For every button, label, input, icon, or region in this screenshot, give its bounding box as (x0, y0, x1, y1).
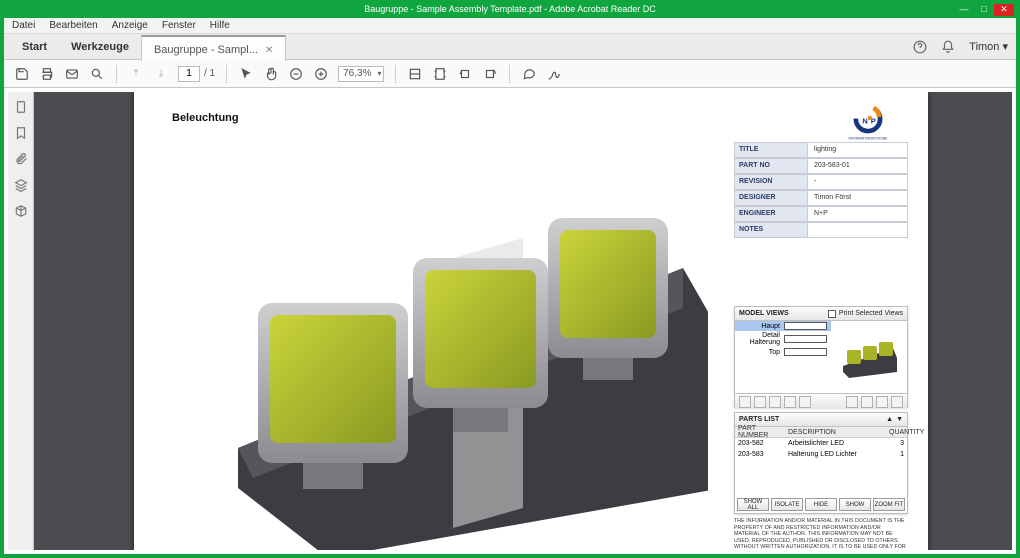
rot-ccw-icon[interactable] (457, 66, 473, 82)
user-menu[interactable]: Timon ▾ (969, 40, 1008, 53)
tab-start[interactable]: Start (10, 34, 59, 60)
parts-list-table: PART NUMBER DESCRIPTION QUANTITY 203-582… (735, 427, 907, 460)
parts-list-header: PARTS LIST (739, 416, 779, 423)
rot-cw-icon[interactable] (482, 66, 498, 82)
svg-text:N: N (862, 117, 867, 126)
menu-item[interactable]: Bearbeiten (49, 20, 97, 31)
view-mode-button[interactable] (846, 396, 858, 408)
model-views-panel: MODEL VIEWS Print Selected Views Haupt D… (734, 306, 908, 408)
model-view-thumbnail (831, 321, 907, 393)
save-icon[interactable] (14, 66, 30, 82)
print-icon[interactable] (39, 66, 55, 82)
svg-text:INFORMATIONSSYSTEME: INFORMATIONSSYSTEME (848, 136, 887, 140)
fit-width-icon[interactable] (407, 66, 423, 82)
comment-icon[interactable] (521, 66, 537, 82)
cursor-icon[interactable] (238, 66, 254, 82)
model-tree-icon[interactable] (14, 204, 28, 218)
show-button[interactable]: SHOW (839, 498, 871, 511)
view-mode-button[interactable] (891, 396, 903, 408)
3d-model-view[interactable] (168, 188, 708, 550)
document-stage[interactable]: Beleuchtung N P INFORMATIONSSYSTEME TITL… (34, 92, 1012, 550)
page-up-icon[interactable]: ⤒ (128, 66, 144, 82)
fit-page-icon[interactable] (432, 66, 448, 82)
isolate-button[interactable]: ISOLATE (771, 498, 803, 511)
view-mode-button[interactable] (784, 396, 796, 408)
tab-bar: Start Werkzeuge Baugruppe - Sampl... ✕ T… (4, 34, 1016, 60)
page-down-icon[interactable]: ⤓ (153, 66, 169, 82)
tab-document[interactable]: Baugruppe - Sampl... ✕ (141, 35, 286, 61)
mail-icon[interactable] (64, 66, 80, 82)
zoom-out-icon[interactable] (288, 66, 304, 82)
menu-item[interactable]: Datei (12, 20, 35, 31)
sort-down-icon[interactable]: ▼ (896, 416, 903, 423)
toolbar: ⤒ ⤓ / 1 76,3% (4, 60, 1016, 88)
view-mode-button[interactable] (769, 396, 781, 408)
search-icon[interactable] (89, 66, 105, 82)
table-row[interactable]: 203-583 Halterung LED Lichter 1 (735, 449, 907, 460)
model-view-item[interactable]: Top (735, 347, 831, 357)
minimize-button[interactable]: — (954, 4, 974, 16)
view-mode-button[interactable] (754, 396, 766, 408)
maximize-button[interactable]: □ (974, 4, 994, 16)
bookmark-icon[interactable] (14, 126, 28, 140)
left-sidebar (8, 92, 34, 550)
info-table: TITLElighting PART NO203-583-01 REVISION… (734, 142, 908, 238)
model-view-item[interactable]: Detail Halterung (735, 331, 831, 347)
zoom-in-icon[interactable] (313, 66, 329, 82)
zoom-fit-button[interactable]: ZOOM FIT (873, 498, 905, 511)
page-total: / 1 (204, 68, 215, 79)
parts-list-panel: PARTS LIST ▲ ▼ PART NUMBER DESCRIPTION Q… (734, 412, 908, 514)
page-title: Beleuchtung (172, 112, 239, 124)
print-selected-checkbox[interactable] (828, 310, 836, 318)
model-views-header: MODEL VIEWS (739, 310, 789, 317)
layers-icon[interactable] (14, 178, 28, 192)
bell-icon[interactable] (941, 40, 955, 54)
table-row[interactable]: 203-582 Arbeitslichter LED 3 (735, 438, 907, 449)
model-views-list: Haupt Detail Halterung Top (735, 321, 831, 393)
window-title: Baugruppe - Sample Assembly Template.pdf… (364, 4, 656, 14)
page-current-input[interactable] (178, 66, 200, 82)
disclaimer-text: THE INFORMATION AND/OR MATERIAL IN THIS … (734, 518, 908, 550)
company-logo: N P INFORMATIONSSYSTEME (840, 104, 896, 144)
pdf-page: Beleuchtung N P INFORMATIONSSYSTEME TITL… (134, 92, 928, 550)
sign-icon[interactable] (546, 66, 562, 82)
model-view-item[interactable]: Haupt (735, 321, 831, 331)
view-mode-button[interactable] (799, 396, 811, 408)
show-all-button[interactable]: SHOW ALL (737, 498, 769, 511)
tab-document-label: Baugruppe - Sampl... (154, 44, 258, 56)
help-icon[interactable] (913, 40, 927, 54)
menu-item[interactable]: Hilfe (210, 20, 230, 31)
sort-up-icon[interactable]: ▲ (886, 416, 893, 423)
tab-tools[interactable]: Werkzeuge (59, 34, 141, 60)
menu-item[interactable]: Fenster (162, 20, 196, 31)
thumbnails-icon[interactable] (14, 100, 28, 114)
menu-item[interactable]: Anzeige (112, 20, 148, 31)
view-mode-button[interactable] (876, 396, 888, 408)
window-titlebar: Baugruppe - Sample Assembly Template.pdf… (4, 4, 1016, 18)
view-mode-button[interactable] (861, 396, 873, 408)
view-mode-button[interactable] (739, 396, 751, 408)
zoom-select[interactable]: 76,3% (338, 66, 384, 82)
model-views-footer (735, 393, 907, 409)
menubar: Datei Bearbeiten Anzeige Fenster Hilfe (4, 18, 1016, 34)
tab-close-icon[interactable]: ✕ (265, 45, 273, 56)
hand-icon[interactable] (263, 66, 279, 82)
attachment-icon[interactable] (14, 152, 28, 166)
hide-button[interactable]: HIDE (805, 498, 837, 511)
close-button[interactable]: ✕ (994, 4, 1014, 16)
